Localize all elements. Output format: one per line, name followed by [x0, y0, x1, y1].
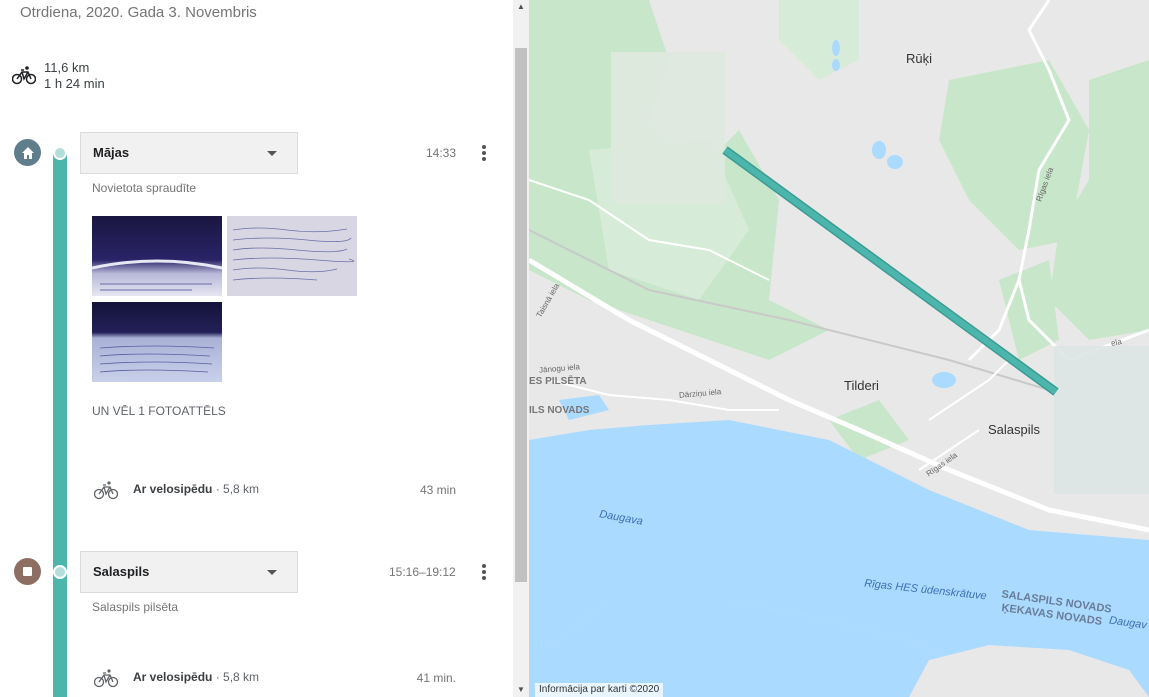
- photo-thumbnail[interactable]: [92, 216, 222, 296]
- activity-duration: 41 min.: [416, 671, 456, 685]
- more-options-icon[interactable]: [481, 563, 487, 581]
- scrollbar[interactable]: ▲ ▼: [513, 0, 529, 697]
- place-selector-majas[interactable]: Mājas: [80, 132, 298, 174]
- summary-duration: 1 h 24 min: [44, 76, 105, 91]
- bicycle-icon: [94, 481, 118, 500]
- timeline-node: [53, 565, 67, 579]
- activity-segment[interactable]: Ar velosipēdu · 5,8 km 41 min.: [92, 666, 456, 690]
- map-canvas: [529, 0, 1149, 697]
- activity-distance: · 5,8 km: [215, 482, 260, 496]
- activity-label: Ar velosipēdu · 5,8 km: [133, 482, 259, 496]
- bicycle-icon: [12, 66, 36, 85]
- place-subtitle: Salaspils pilsēta: [92, 600, 179, 614]
- scroll-down-icon[interactable]: ▼: [517, 685, 525, 694]
- photo-thumbnail[interactable]: [227, 216, 357, 296]
- place-selector-salaspils[interactable]: Salaspils: [80, 551, 298, 593]
- more-options-icon[interactable]: [481, 144, 487, 162]
- map-area-label: ILS NOVADS: [529, 405, 590, 416]
- scroll-thumb[interactable]: [515, 48, 527, 582]
- activity-duration: 43 min: [419, 483, 456, 497]
- stop-icon: [14, 558, 41, 585]
- chevron-down-icon: [267, 151, 277, 156]
- map-place-label: Tilderi: [844, 378, 879, 393]
- more-photos-link[interactable]: UN VĒL 1 FOTOATTĒLS: [92, 404, 226, 418]
- timeline-panel: Otrdiena, 2020. Gada 3. Novembris 11,6 k…: [0, 0, 513, 697]
- chevron-down-icon: [267, 570, 277, 575]
- summary-distance: 11,6 km: [44, 60, 90, 75]
- map-area-label: ES PILSĒTA: [529, 376, 587, 387]
- place-time: 14:33: [426, 146, 457, 160]
- timeline-bar: [53, 152, 67, 697]
- activity-mode: Ar velosipēdu: [133, 482, 213, 496]
- map-place-label: Salaspils: [988, 422, 1041, 437]
- place-name: Salaspils: [93, 564, 150, 579]
- activity-label: Ar velosipēdu · 5,8 km: [133, 670, 259, 684]
- map-view[interactable]: Rūķi Tilderi Salaspils Rīgas iela Taisnā…: [529, 0, 1149, 697]
- map-attribution[interactable]: Informācija par karti ©2020: [535, 683, 664, 697]
- map-place-label: Rūķi: [906, 51, 933, 66]
- activity-mode: Ar velosipēdu: [133, 670, 213, 684]
- activity-segment[interactable]: Ar velosipēdu · 5,8 km 43 min: [92, 478, 456, 502]
- photo-thumbnail[interactable]: [92, 302, 222, 382]
- timeline-node: [53, 146, 67, 160]
- place-name: Mājas: [93, 145, 130, 160]
- place-subtitle: Novietota spraudīte: [92, 181, 197, 195]
- day-summary: 11,6 km 1 h 24 min: [44, 60, 105, 92]
- timeline-date: Otrdiena, 2020. Gada 3. Novembris: [20, 4, 257, 21]
- home-icon: [14, 139, 41, 166]
- place-time: 15:16–19:12: [389, 565, 456, 579]
- bicycle-icon: [94, 669, 118, 688]
- scroll-up-icon[interactable]: ▲: [517, 2, 525, 11]
- activity-distance: · 5,8 km: [215, 670, 260, 684]
